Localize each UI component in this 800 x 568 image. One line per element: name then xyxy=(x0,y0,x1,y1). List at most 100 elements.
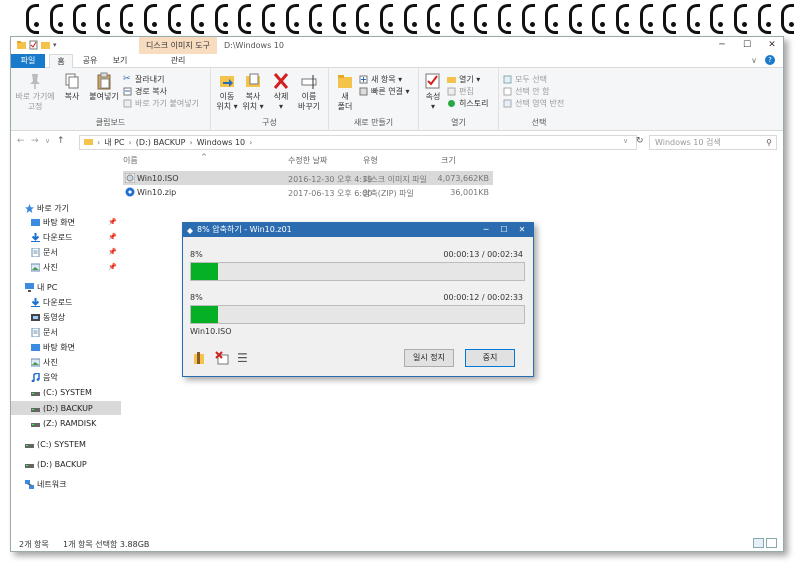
nav-item-desktop[interactable]: 바탕 화면 📌 xyxy=(11,215,121,229)
nav-pc-drive-c[interactable]: (C:) SYSTEM xyxy=(11,385,121,399)
move-to-button[interactable]: 이동 위치 ▾ xyxy=(215,72,239,112)
pin-icon[interactable]: 📌 xyxy=(108,248,117,256)
nav-drive-d[interactable]: (D:) BACKUP xyxy=(11,457,121,471)
dialog-minimize-button[interactable]: ─ xyxy=(477,223,495,237)
chevron-down-icon[interactable]: ▾ xyxy=(53,40,62,50)
minimize-button[interactable]: ─ xyxy=(711,37,733,54)
paste-button[interactable]: 붙여넣기 xyxy=(87,72,121,102)
nav-pc-downloads[interactable]: 다운로드 xyxy=(11,295,121,309)
folder-icon[interactable] xyxy=(17,40,26,50)
progress-time-2: 00:00:12 / 00:02:33 xyxy=(443,293,523,302)
column-header-name[interactable]: 이름 xyxy=(123,155,138,166)
ribbon: 바로 가기에 고정 복사 붙여넣기 ✂ 잘라내기 경로 복사 바로 가기 붙여넣기… xyxy=(11,68,783,131)
archive-folder-icon[interactable] xyxy=(193,351,207,365)
nav-item-pictures[interactable]: 사진 📌 xyxy=(11,260,121,274)
easy-access-button[interactable]: 빠른 연결 ▾ xyxy=(359,86,410,97)
edit-button[interactable]: 편집 xyxy=(447,86,474,97)
properties-icon[interactable] xyxy=(29,40,38,50)
maximize-button[interactable]: ☐ xyxy=(736,37,758,54)
pin-icon[interactable]: 📌 xyxy=(108,233,117,241)
tab-file[interactable]: 파일 xyxy=(11,54,45,68)
pictures-icon xyxy=(30,358,41,367)
shutdown-option-icon[interactable] xyxy=(215,351,229,365)
close-button[interactable]: ✕ xyxy=(761,37,783,54)
ribbon-tab-strip: 파일 홈 공유 보기 관리 ∨ ? xyxy=(11,54,783,68)
nav-pc-desktop[interactable]: 바탕 화면 xyxy=(11,340,121,354)
select-all-button[interactable]: 모두 선택 xyxy=(503,74,547,85)
column-header-type[interactable]: 유형 xyxy=(363,155,378,166)
pause-button[interactable]: 일시 정지 xyxy=(404,349,454,367)
tab-share[interactable]: 공유 xyxy=(77,54,103,68)
folder-icon xyxy=(84,137,93,148)
breadcrumb-folder[interactable]: Windows 10 xyxy=(197,138,245,147)
rename-icon xyxy=(301,72,317,90)
nav-network[interactable]: 네트워크 xyxy=(11,477,121,491)
history-button[interactable]: 히스토리 xyxy=(447,98,488,109)
menu-icon[interactable]: ☰ xyxy=(237,351,251,365)
window-title: D:\Windows 10 xyxy=(224,41,284,50)
nav-item-documents[interactable]: 문서 📌 xyxy=(11,245,121,259)
refresh-icon[interactable]: ↻ xyxy=(636,136,644,146)
dialog-close-button[interactable]: ✕ xyxy=(513,223,531,237)
nav-pc-music[interactable]: 음악 xyxy=(11,370,121,384)
open-button[interactable]: 열기 ▾ xyxy=(447,74,480,85)
select-none-button[interactable]: 선택 안 함 xyxy=(503,86,550,97)
file-date: 2017-06-13 오후 6:00 xyxy=(288,189,373,198)
status-selection: 1개 항목 선택함 3.88GB xyxy=(63,540,150,549)
up-arrow-icon[interactable]: ↑ xyxy=(57,136,65,146)
nav-pc-documents[interactable]: 문서 xyxy=(11,325,121,339)
paste-shortcut-button[interactable]: 바로 가기 붙여넣기 xyxy=(123,98,199,109)
search-input[interactable]: Windows 10 검색 ⚲ xyxy=(649,135,777,150)
edit-label: 편집 xyxy=(459,87,474,96)
nav-pc-drive-z[interactable]: (Z:) RAMDISK xyxy=(11,416,121,430)
tab-view[interactable]: 보기 xyxy=(107,54,133,68)
file-row[interactable]: Win10.ISO 2016-12-30 오후 4:39 디스크 이미지 파일 4,0… xyxy=(123,171,493,185)
breadcrumb-drive[interactable]: (D:) BACKUP xyxy=(136,138,186,147)
nav-item-downloads[interactable]: 다운로드 📌 xyxy=(11,230,121,244)
nav-pc-pictures[interactable]: 사진 xyxy=(11,355,121,369)
nav-quick-access[interactable]: 바로 가기 xyxy=(11,201,121,215)
forward-arrow-icon[interactable]: → xyxy=(31,136,39,146)
new-item-button[interactable]: 새 항목 ▾ xyxy=(359,74,402,85)
nav-pc-videos[interactable]: 동영상 xyxy=(11,310,121,324)
invert-selection-icon xyxy=(503,99,512,108)
pin-icon[interactable]: 📌 xyxy=(108,218,117,226)
spiral-ring xyxy=(590,4,606,34)
address-bar[interactable]: › 내 PC › (D:) BACKUP › Windows 10 › xyxy=(79,135,637,150)
breadcrumb-this-pc[interactable]: 내 PC xyxy=(104,137,124,148)
column-header-date[interactable]: 수정한 날짜 xyxy=(288,155,327,166)
invert-selection-button[interactable]: 선택 영역 반전 xyxy=(503,98,564,109)
properties-button[interactable]: 속성 ▾ xyxy=(423,72,443,112)
stop-button[interactable]: 중지 xyxy=(465,349,515,367)
new-folder-button[interactable]: 새 폴더 xyxy=(335,72,355,112)
properties-label: 속성 ▾ xyxy=(425,92,441,111)
pin-quick-access-button[interactable]: 바로 가기에 고정 xyxy=(15,72,55,112)
tab-home[interactable]: 홈 xyxy=(49,54,73,68)
view-buttons xyxy=(753,538,777,548)
copy-to-button[interactable]: 복사 위치 ▾ xyxy=(241,72,265,112)
spiral-ring xyxy=(496,4,512,34)
help-icon[interactable]: ? xyxy=(765,55,775,65)
nav-drive-c[interactable]: (C:) SYSTEM xyxy=(11,437,121,451)
back-arrow-icon[interactable]: ← xyxy=(17,136,25,146)
rename-button[interactable]: 이름 바꾸기 xyxy=(295,72,323,112)
column-header-size[interactable]: 크기 xyxy=(441,155,456,166)
tab-manage[interactable]: 관리 xyxy=(161,54,195,68)
details-view-icon[interactable] xyxy=(753,538,764,548)
copy-path-button[interactable]: 경로 복사 xyxy=(123,86,167,97)
chevron-up-icon[interactable]: ∨ xyxy=(751,56,757,65)
progress-bar-2 xyxy=(190,305,525,324)
nav-this-pc[interactable]: 내 PC xyxy=(11,280,121,294)
nav-pc-drive-d[interactable]: (D:) BACKUP xyxy=(11,401,121,415)
new-folder-icon[interactable] xyxy=(41,40,50,50)
pin-icon[interactable]: 📌 xyxy=(108,263,117,271)
file-row[interactable]: Win10.zip 2017-06-13 오후 6:00 압축(ZIP) 파일 36,… xyxy=(123,185,493,199)
dialog-maximize-button[interactable]: ☐ xyxy=(495,223,513,237)
address-dropdown-icon[interactable]: ∨ xyxy=(623,137,628,145)
chevron-down-icon[interactable]: ∨ xyxy=(45,137,50,145)
delete-button[interactable]: 삭제 ▾ xyxy=(271,72,291,112)
large-icons-view-icon[interactable] xyxy=(766,538,777,548)
cut-button[interactable]: ✂ 잘라내기 xyxy=(123,74,164,85)
spiral-ring xyxy=(118,4,134,34)
copy-button[interactable]: 복사 xyxy=(61,72,83,102)
